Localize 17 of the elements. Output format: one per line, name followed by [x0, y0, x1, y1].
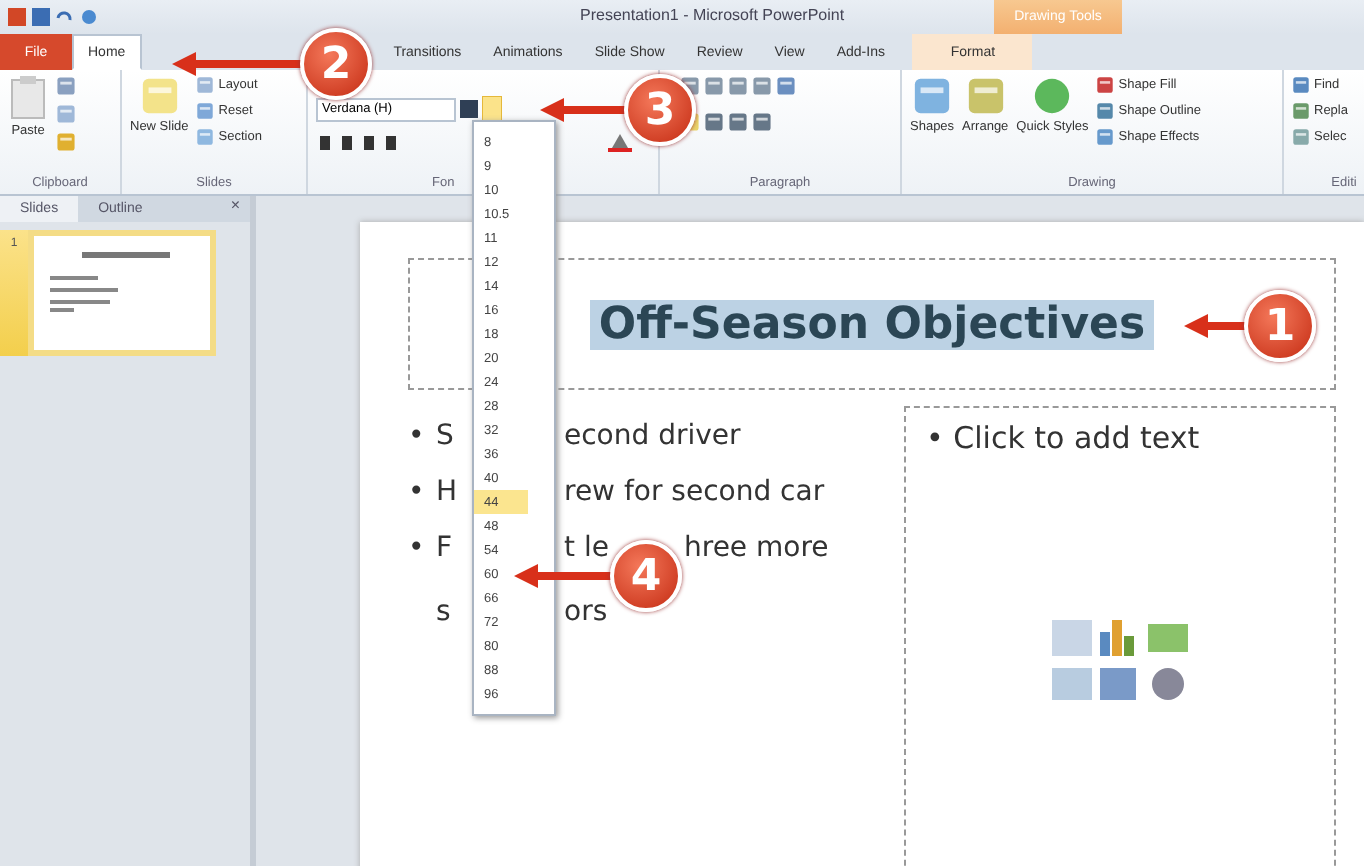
close-button[interactable]: × [220, 196, 250, 222]
bullet-mark: • [408, 476, 427, 508]
bullet-text: rew for second car [564, 476, 825, 508]
slide-title[interactable]: Off-Season Objectives [590, 299, 1154, 349]
bullet-mark: • [408, 532, 427, 564]
content-placeholder[interactable]: • Click to add text [904, 406, 1336, 866]
bullet-text: t le [564, 532, 609, 564]
bullet-text: econd driver [564, 420, 741, 452]
bullet-text: H [436, 476, 458, 508]
bullet-text: s [436, 596, 451, 628]
bullet-text: ors [564, 596, 608, 628]
bullet-mark: • [408, 420, 427, 452]
bullet-text: hree more [684, 532, 829, 564]
window-title: Presentation1 - Microsoft PowerPoint [580, 6, 845, 24]
placeholder-text: • Click to add text [926, 420, 1202, 456]
bullet-text: S [436, 420, 454, 452]
bullet-text: F [436, 532, 453, 564]
